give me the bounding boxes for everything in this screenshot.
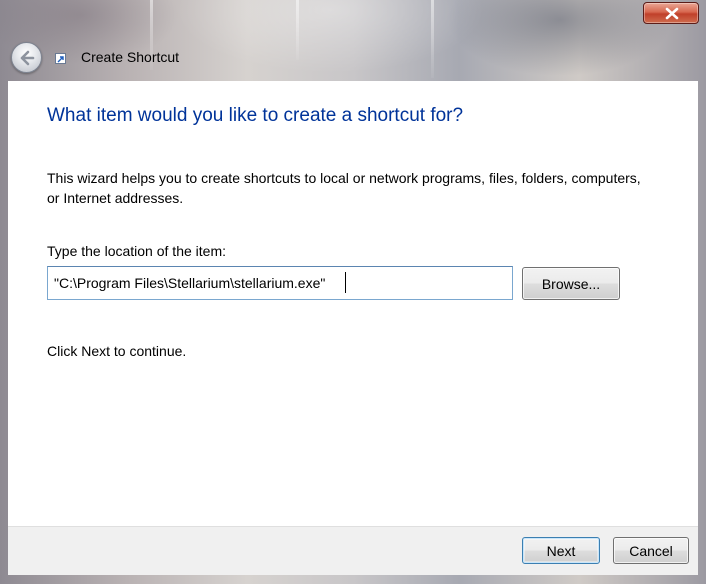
back-button[interactable] [11, 42, 42, 73]
wizard-footer: Next Cancel [8, 526, 698, 575]
frame-decoration [431, 0, 434, 78]
continue-hint: Click Next to continue. [47, 343, 187, 359]
browse-button[interactable]: Browse... [522, 267, 620, 300]
frame-decoration [296, 0, 299, 60]
close-button[interactable] [643, 2, 699, 24]
close-icon [665, 7, 679, 20]
next-button[interactable]: Next [522, 537, 600, 564]
create-shortcut-window: Create Shortcut What item would you like… [0, 0, 706, 584]
wizard-content: What item would you like to create a sho… [8, 81, 698, 526]
text-caret [345, 272, 346, 293]
location-input[interactable] [47, 266, 513, 300]
window-title: Create Shortcut [81, 49, 180, 65]
shortcut-wizard-icon [55, 53, 66, 64]
intro-text: This wizard helps you to create shortcut… [47, 170, 641, 206]
location-label: Type the location of the item: [47, 243, 226, 259]
page-heading: What item would you like to create a sho… [47, 105, 464, 126]
back-arrow-icon [20, 50, 35, 66]
cancel-button[interactable]: Cancel [613, 537, 689, 564]
